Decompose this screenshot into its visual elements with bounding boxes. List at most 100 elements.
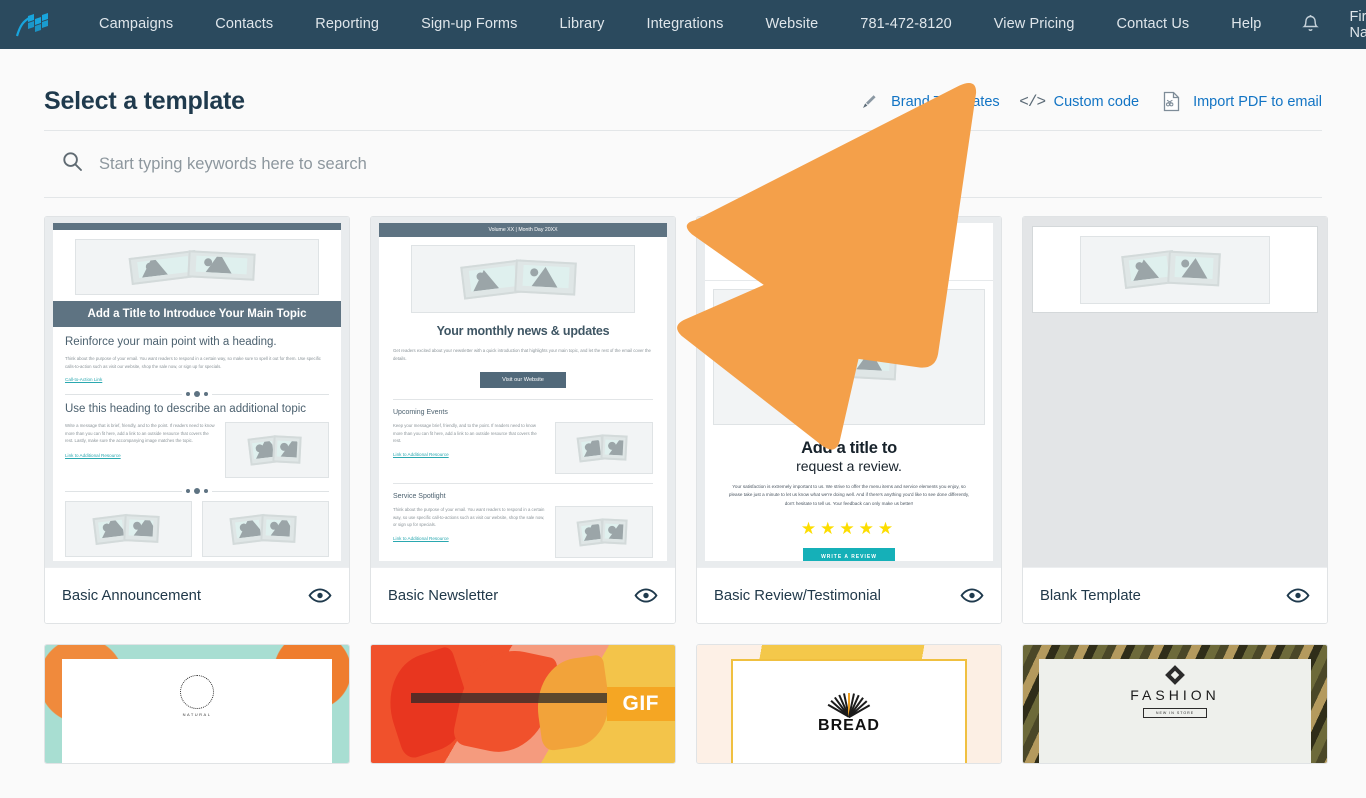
- template-rule: [393, 483, 653, 485]
- custom-code-label: Custom code: [1053, 93, 1140, 110]
- template-section-1-link: Link to Additional Resource: [393, 451, 449, 457]
- star-rating: ★★★★★: [800, 519, 898, 539]
- pdf-scissors-icon: [1161, 91, 1182, 112]
- nav-link-view-pricing[interactable]: View Pricing: [973, 0, 1096, 49]
- header-row: Select a template Brand Templates </> Cu…: [44, 49, 1322, 130]
- nav-link-signup-forms[interactable]: Sign-up Forms: [400, 0, 538, 49]
- checkered-flag-logo[interactable]: [14, 10, 52, 40]
- template-inner-panel: BREAD: [731, 659, 967, 763]
- search-input[interactable]: [99, 154, 1322, 174]
- brand-templates-label: Brand Templates: [891, 93, 1000, 110]
- organic-cafe-logo: NATURAL: [62, 659, 332, 717]
- template-card-footer: Blank Template: [1023, 567, 1327, 623]
- custom-code-action[interactable]: </> Custom code: [1000, 93, 1139, 111]
- code-brackets-icon: </>: [1019, 92, 1046, 111]
- template-card-bread-bakery[interactable]: BREAD: [696, 644, 1002, 764]
- template-heading-1: Reinforce your main point with a heading…: [65, 336, 277, 348]
- gif-badge: GIF: [606, 687, 675, 721]
- nav-link-help[interactable]: Help: [1210, 0, 1282, 49]
- template-review-cta: WRITE A REVIEW: [803, 548, 895, 561]
- user-menu-label: First-Name: [1349, 8, 1366, 41]
- template-rule: [393, 399, 653, 401]
- template-title-line-1: Add a title to: [801, 439, 897, 457]
- eye-icon[interactable]: [960, 587, 984, 604]
- template-name: Blank Template: [1040, 587, 1141, 604]
- page-title: Select a template: [44, 87, 245, 115]
- template-grid: Add a Title to Introduce Your Main Topic…: [44, 198, 1328, 624]
- template-section-2-link: Link to Additional Resource: [393, 535, 449, 541]
- template-card-autumn-leaves[interactable]: GIF: [370, 644, 676, 764]
- diamond-icon: [1165, 665, 1185, 685]
- template-card-organic-cafe[interactable]: NATURAL: [44, 644, 350, 764]
- nav-link-campaigns[interactable]: Campaigns: [78, 0, 194, 49]
- bell-icon[interactable]: [1282, 15, 1339, 34]
- template-card-basic-announcement[interactable]: Add a Title to Introduce Your Main Topic…: [44, 216, 350, 624]
- template-name: Basic Review/Testimonial: [714, 587, 881, 604]
- image-placeholder: [555, 422, 653, 475]
- template-title-band: Add a Title to Introduce Your Main Topic: [53, 301, 341, 327]
- template-card-basic-newsletter[interactable]: Volume XX | Month Day 20XX Your monthly …: [370, 216, 676, 624]
- template-thumbnail: [1023, 217, 1327, 567]
- nav-link-library[interactable]: Library: [538, 0, 625, 49]
- template-thumbnail: Add a Title to Introduce Your Main Topic…: [45, 217, 349, 567]
- template-name: Basic Announcement: [62, 587, 202, 604]
- template-dot-divider: [65, 488, 329, 495]
- template-volume-band: Volume XX | Month Day 20XX: [379, 223, 667, 237]
- template-section-1-body: Keep your message brief, friendly, and t…: [393, 423, 537, 444]
- template-card-footer: Basic Review/Testimonial: [697, 567, 1001, 623]
- template-section-2-title: Service Spotlight: [393, 493, 446, 501]
- brand-templates-action[interactable]: Brand Templates: [837, 93, 1000, 110]
- navbar-right-group: First-Name: [1282, 9, 1366, 41]
- nav-link-website[interactable]: Website: [744, 0, 839, 49]
- template-brand-name: BRAND: [823, 241, 875, 256]
- image-placeholder: [202, 501, 329, 558]
- template-card-basic-review-testimonial[interactable]: BRAND PREMIUM CO Add a title to request …: [696, 216, 1002, 624]
- template-body-2: Write a message that is brief, friendly,…: [65, 423, 215, 444]
- nav-link-reporting[interactable]: Reporting: [294, 0, 400, 49]
- nav-link-phone-number[interactable]: 781-472-8120: [839, 0, 973, 49]
- template-grid-row-2: NATURAL GIF BREAD FASHION NEW IN STORE: [44, 624, 1328, 764]
- template-body-1: Think about the purpose of your email. Y…: [65, 356, 321, 369]
- image-placeholder: [1080, 235, 1270, 304]
- header-actions: Brand Templates </> Custom code Import P…: [837, 91, 1322, 116]
- fashion-wordmark: FASHION: [1130, 687, 1220, 703]
- eye-icon[interactable]: [308, 587, 332, 604]
- template-card-footer: Basic Newsletter: [371, 567, 675, 623]
- template-review-body: Your satisfaction is extremely important…: [728, 484, 970, 506]
- user-menu[interactable]: First-Name: [1339, 9, 1366, 41]
- import-pdf-label: Import PDF to email: [1193, 93, 1322, 110]
- template-section-2-body: Think about the purpose of your email. Y…: [393, 507, 545, 528]
- nav-links: Campaigns Contacts Reporting Sign-up For…: [78, 0, 1282, 49]
- image-placeholder: [225, 422, 329, 479]
- eye-icon[interactable]: [634, 587, 658, 604]
- import-pdf-action[interactable]: Import PDF to email: [1139, 91, 1322, 112]
- template-brand-sub: PREMIUM CO: [814, 259, 884, 266]
- template-card-blank-template[interactable]: Blank Template: [1022, 216, 1328, 624]
- content-wrapper: Select a template Brand Templates </> Cu…: [0, 49, 1366, 764]
- sunburst-icon: [819, 675, 879, 718]
- template-link-1: Call-to-Action Link: [65, 377, 103, 383]
- image-placeholder: [555, 506, 653, 559]
- nav-link-integrations[interactable]: Integrations: [625, 0, 744, 49]
- template-cta-button: Visit our Website: [480, 372, 566, 389]
- image-placeholder: [411, 245, 635, 313]
- page-body: Select a template Brand Templates </> Cu…: [0, 49, 1366, 798]
- template-headline: Your monthly news & updates: [436, 324, 610, 338]
- search-row[interactable]: [44, 131, 1322, 197]
- template-heading-2: Use this heading to describe an addition…: [65, 403, 307, 416]
- template-thumbnail: BRAND PREMIUM CO Add a title to request …: [697, 217, 1001, 567]
- template-top-band: [53, 223, 341, 230]
- template-inner-panel: NATURAL: [62, 659, 332, 763]
- template-thumbnail: Volume XX | Month Day 20XX Your monthly …: [371, 217, 675, 567]
- template-section-1-title: Upcoming Events: [393, 409, 448, 417]
- nav-link-contacts[interactable]: Contacts: [194, 0, 294, 49]
- eye-icon[interactable]: [1286, 587, 1310, 604]
- template-name: Basic Newsletter: [388, 587, 499, 604]
- template-intro: Get readers excited about your newslette…: [393, 348, 651, 361]
- template-card-fashion[interactable]: FASHION NEW IN STORE: [1022, 644, 1328, 764]
- paintbrush-icon: [859, 93, 880, 110]
- top-navbar: Campaigns Contacts Reporting Sign-up For…: [0, 0, 1366, 49]
- fashion-tagline: NEW IN STORE: [1143, 708, 1207, 718]
- nav-link-contact-us[interactable]: Contact Us: [1096, 0, 1211, 49]
- search-icon: [62, 151, 83, 177]
